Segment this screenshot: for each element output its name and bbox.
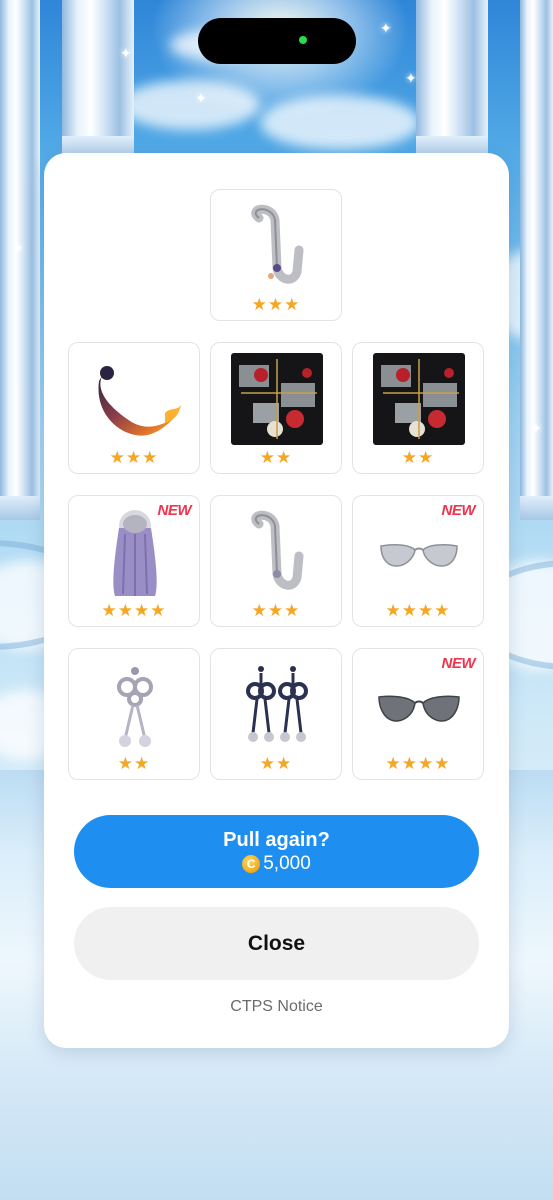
item-card[interactable]: ★★ <box>68 648 200 780</box>
rarity-stars: ★★★ <box>251 295 301 314</box>
item-grid: ★★★ ★★★ ★★ ★★ NEW ★★★★ ★★★ NEW ★★★★ ★★ ★… <box>44 153 509 793</box>
dark-mask-icon <box>369 657 469 753</box>
pull-again-label: Pull again? <box>223 829 330 851</box>
item-card[interactable]: ★★★ <box>68 342 200 474</box>
floral-backdrop-icon <box>231 353 323 445</box>
silver-mask-icon <box>369 504 469 600</box>
rarity-stars: ★★ <box>259 448 293 467</box>
pillar-right <box>416 0 488 160</box>
item-card[interactable]: ★★ <box>210 342 342 474</box>
rarity-stars: ★★★★ <box>385 754 451 773</box>
sparkle-icon: ✦ <box>12 240 24 256</box>
pull-results-dialog: ★★★ ★★★ ★★ ★★ NEW ★★★★ ★★★ NEW ★★★★ ★★ ★… <box>44 153 509 1048</box>
pillar-left <box>62 0 134 160</box>
sparkle-icon: ✦ <box>380 20 392 36</box>
item-card[interactable]: ★★★ <box>210 189 342 321</box>
ctps-notice-link[interactable]: CTPS Notice <box>44 998 509 1016</box>
camera-island <box>198 18 356 64</box>
camera-indicator-icon <box>299 36 307 44</box>
item-card[interactable]: NEW ★★★★ <box>68 495 200 627</box>
sparkle-icon: ✦ <box>120 45 132 61</box>
item-card[interactable]: NEW ★★★★ <box>352 648 484 780</box>
price-value: 5,000 <box>263 853 311 874</box>
navy-earrings-icon <box>227 657 327 753</box>
rarity-stars: ★★★★ <box>101 601 167 620</box>
rarity-stars: ★★★ <box>251 601 301 620</box>
pull-price: C 5,000 <box>242 852 311 876</box>
sparkle-icon: ✦ <box>195 90 207 106</box>
silver-earrings-icon <box>85 657 185 753</box>
sparkle-icon: ✦ <box>405 70 417 86</box>
cloud <box>120 80 260 130</box>
tail-curl-icon <box>227 504 327 600</box>
rarity-stars: ★★ <box>401 448 435 467</box>
floral-backdrop-icon <box>373 353 465 445</box>
coin-icon: C <box>242 855 261 873</box>
flame-tail-icon <box>85 351 185 447</box>
purple-hair-icon <box>85 504 185 600</box>
rarity-stars: ★★★★ <box>385 601 451 620</box>
pillar-right-outer <box>520 0 553 520</box>
item-card[interactable]: ★★★ <box>210 495 342 627</box>
cloud <box>260 95 420 150</box>
rarity-stars: ★★ <box>117 754 151 773</box>
rarity-stars: ★★★ <box>109 448 159 467</box>
close-button[interactable]: Close <box>74 907 479 980</box>
item-card[interactable]: NEW ★★★★ <box>352 495 484 627</box>
tail-curl-icon <box>227 198 327 294</box>
pull-again-button[interactable]: Pull again? C 5,000 <box>74 815 479 888</box>
sparkle-icon: ✦ <box>530 420 542 436</box>
item-card[interactable]: ★★ <box>210 648 342 780</box>
pillar-left-outer <box>0 0 40 520</box>
rarity-stars: ★★ <box>259 754 293 773</box>
item-card[interactable]: ★★ <box>352 342 484 474</box>
